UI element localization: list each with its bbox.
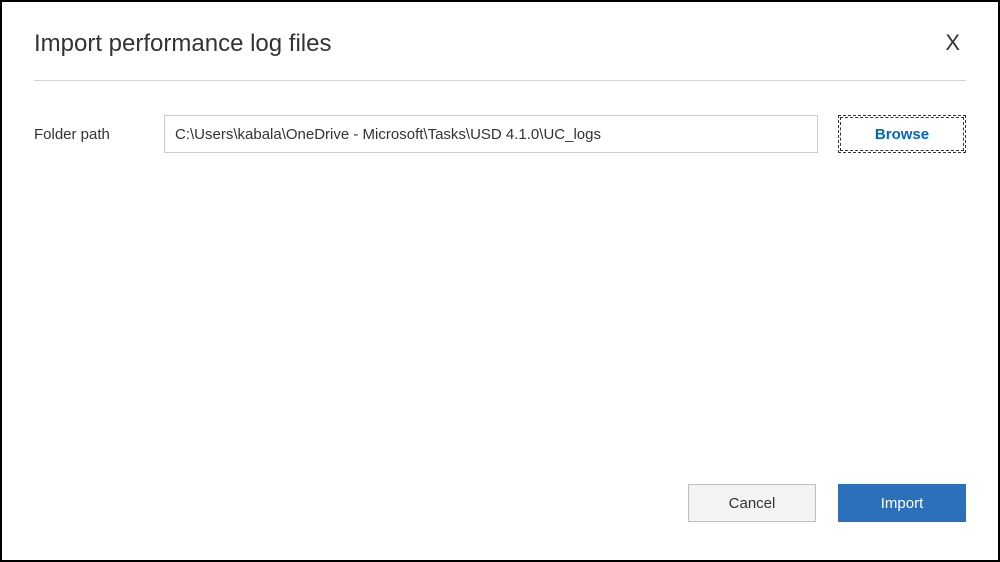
dialog-title: Import performance log files bbox=[34, 30, 331, 58]
dialog-header: Import performance log files X bbox=[34, 30, 966, 81]
browse-button[interactable]: Browse bbox=[838, 115, 966, 153]
dialog-footer: Cancel Import bbox=[688, 484, 966, 522]
close-icon[interactable]: X bbox=[939, 30, 966, 56]
cancel-button[interactable]: Cancel bbox=[688, 484, 816, 522]
folder-path-input[interactable] bbox=[164, 115, 818, 153]
folder-path-row: Folder path Browse bbox=[34, 115, 966, 153]
folder-path-label: Folder path bbox=[34, 126, 144, 143]
import-dialog: Import performance log files X Folder pa… bbox=[0, 0, 1000, 562]
import-button[interactable]: Import bbox=[838, 484, 966, 522]
